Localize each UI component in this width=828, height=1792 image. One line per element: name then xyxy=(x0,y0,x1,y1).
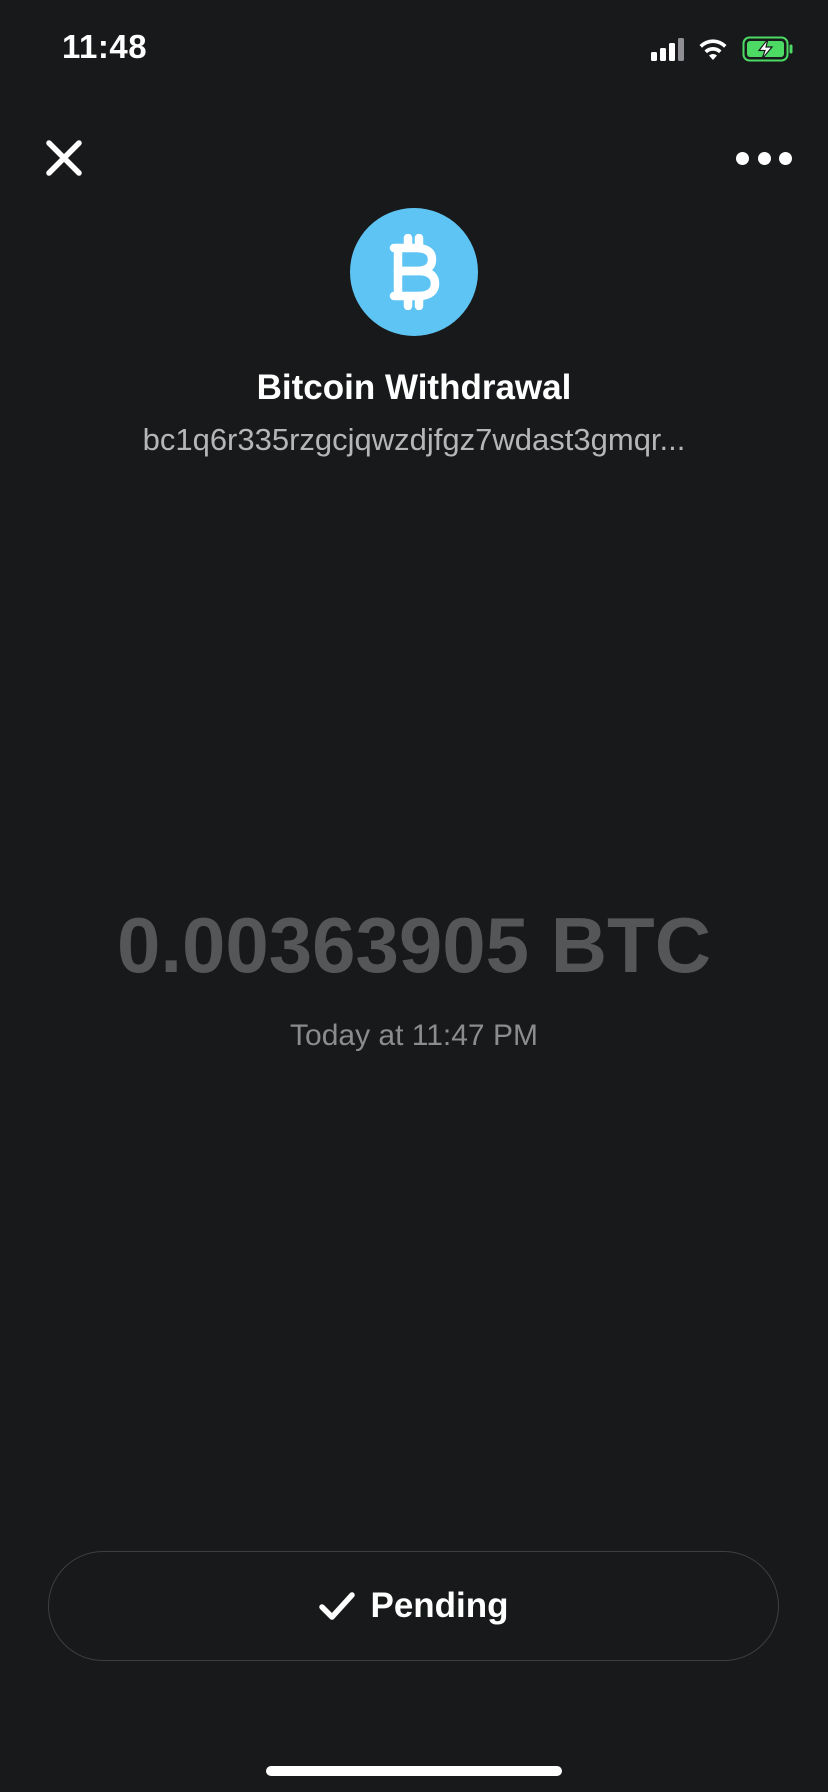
more-options-icon-dot xyxy=(757,151,771,165)
close-icon xyxy=(46,140,82,176)
pending-status-button[interactable]: Pending xyxy=(48,1551,779,1661)
transaction-amount: 0.00363905 BTC xyxy=(116,901,712,989)
cellular-signal-icon xyxy=(651,37,684,61)
wifi-icon xyxy=(699,39,727,60)
checkmark-icon xyxy=(319,1592,356,1620)
more-options-button[interactable] xyxy=(736,146,792,170)
pending-label: Pending xyxy=(370,1586,509,1625)
transaction-timestamp: Today at 11:47 PM xyxy=(290,1019,538,1052)
wallet-address: bc1q6r335rzgcjqwzdjfgz7wdast3gmqr... xyxy=(142,422,686,457)
status-time: 11:48 xyxy=(62,28,148,65)
close-button[interactable] xyxy=(42,136,86,180)
home-indicator[interactable] xyxy=(266,1766,562,1776)
bitcoin-icon xyxy=(389,234,440,310)
transaction-title: Bitcoin Withdrawal xyxy=(256,368,572,407)
bitcoin-avatar xyxy=(350,208,478,336)
more-options-icon-dot xyxy=(779,151,792,165)
battery-charging-icon xyxy=(742,36,793,62)
status-icons xyxy=(651,34,794,64)
more-options-icon-dot xyxy=(736,151,749,165)
status-bar: 11:48 xyxy=(0,0,828,100)
